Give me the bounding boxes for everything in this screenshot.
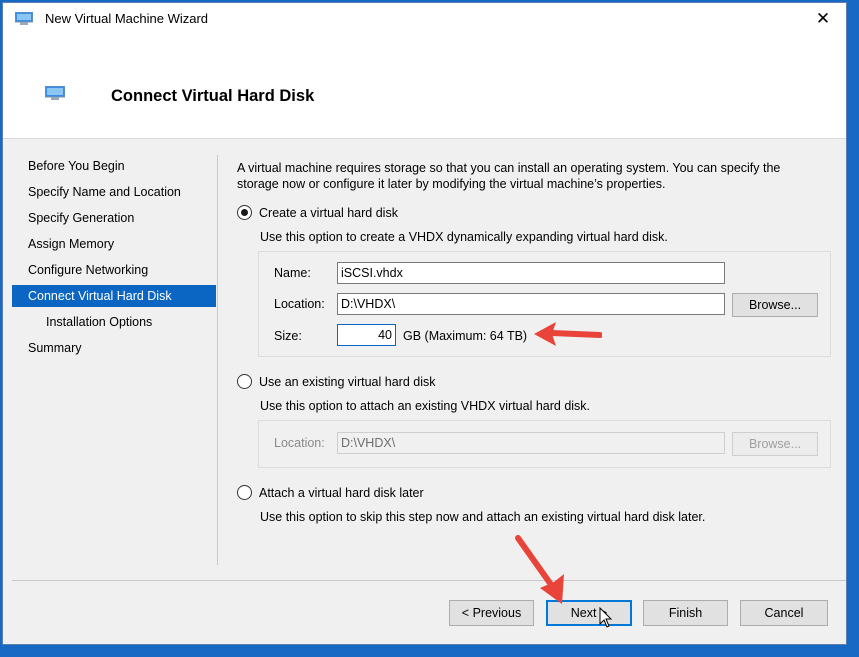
finish-button[interactable]: Finish bbox=[643, 600, 728, 626]
mouse-cursor-icon bbox=[599, 607, 613, 628]
nav-item-specify-generation[interactable]: Specify Generation bbox=[12, 207, 216, 229]
nav-item-summary[interactable]: Summary bbox=[12, 337, 216, 359]
size-unit-label: GB (Maximum: 64 TB) bbox=[403, 329, 528, 343]
location-input[interactable]: D:\VHDX\ bbox=[337, 293, 725, 315]
radio-attach-later-label: Attach a virtual hard disk later bbox=[259, 486, 424, 500]
page-header: Connect Virtual Hard Disk bbox=[3, 34, 846, 139]
close-button[interactable]: ✕ bbox=[800, 3, 846, 34]
size-label: Size: bbox=[274, 329, 302, 343]
attach-later-hint: Use this option to skip this step now an… bbox=[260, 510, 706, 524]
cancel-button[interactable]: Cancel bbox=[740, 600, 828, 626]
nav-divider bbox=[217, 155, 218, 565]
annotation-arrow-next-icon bbox=[515, 535, 564, 604]
radio-use-existing-vhd[interactable]: Use an existing virtual hard disk bbox=[237, 374, 435, 389]
radio-button-selected[interactable] bbox=[237, 205, 252, 220]
intro-text: A virtual machine requires storage so th… bbox=[237, 161, 781, 191]
virtual-disk-icon bbox=[45, 86, 65, 100]
nav-item-specify-name-location[interactable]: Specify Name and Location bbox=[12, 181, 216, 203]
wizard-window: New Virtual Machine Wizard ✕ Connect Vir… bbox=[2, 2, 847, 645]
nav-item-assign-memory[interactable]: Assign Memory bbox=[12, 233, 216, 255]
title-bar: New Virtual Machine Wizard ✕ bbox=[3, 3, 846, 34]
footer-divider bbox=[12, 580, 846, 581]
existing-location-input[interactable]: D:\VHDX\ bbox=[337, 432, 725, 454]
radio-button[interactable] bbox=[237, 374, 252, 389]
nav-item-configure-networking[interactable]: Configure Networking bbox=[12, 259, 216, 281]
radio-button[interactable] bbox=[237, 485, 252, 500]
hyper-v-icon bbox=[15, 12, 33, 25]
name-label: Name: bbox=[274, 266, 311, 280]
location-label: Location: bbox=[274, 297, 325, 311]
radio-use-existing-vhd-label: Use an existing virtual hard disk bbox=[259, 375, 436, 389]
browse-button[interactable]: Browse... bbox=[732, 293, 818, 317]
existing-location-label: Location: bbox=[274, 436, 325, 450]
nav-item-installation-options[interactable]: Installation Options bbox=[12, 311, 216, 333]
existing-browse-button[interactable]: Browse... bbox=[732, 432, 818, 456]
annotation-arrow-size-icon bbox=[534, 322, 602, 346]
create-vhd-hint: Use this option to create a VHDX dynamic… bbox=[260, 230, 668, 244]
radio-create-vhd[interactable]: Create a virtual hard disk bbox=[237, 205, 398, 220]
nav-item-before-you-begin[interactable]: Before You Begin bbox=[12, 155, 216, 177]
radio-create-vhd-label: Create a virtual hard disk bbox=[259, 206, 398, 220]
existing-vhd-panel: Location: D:\VHDX\ Browse... bbox=[258, 420, 831, 468]
size-input[interactable]: 40 bbox=[337, 324, 396, 346]
radio-attach-later[interactable]: Attach a virtual hard disk later bbox=[237, 485, 424, 500]
use-existing-vhd-hint: Use this option to attach an existing VH… bbox=[260, 399, 591, 413]
nav-item-connect-virtual-hard-disk[interactable]: Connect Virtual Hard Disk bbox=[12, 285, 216, 307]
name-input[interactable]: iSCSI.vhdx bbox=[337, 262, 725, 284]
window-title: New Virtual Machine Wizard bbox=[45, 11, 209, 26]
page-title: Connect Virtual Hard Disk bbox=[111, 87, 315, 105]
